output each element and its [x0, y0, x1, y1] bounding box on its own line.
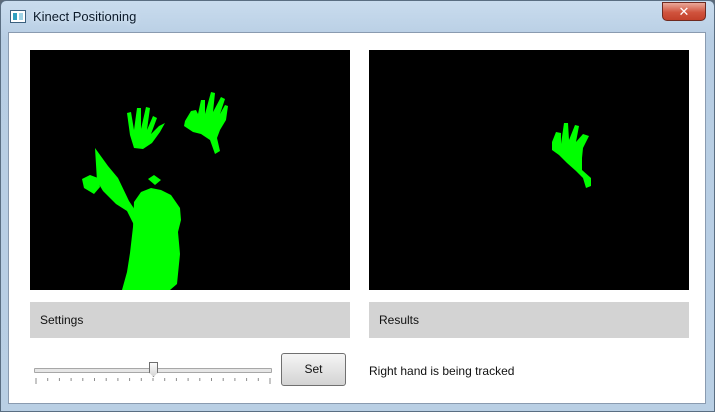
set-button[interactable]: Set — [281, 353, 346, 386]
settings-header: Settings — [30, 302, 350, 338]
results-view — [369, 50, 689, 290]
tracking-status-text: Right hand is being tracked — [369, 364, 515, 378]
slider-thumb[interactable] — [149, 362, 158, 377]
title-bar[interactable]: Kinect Positioning ✕ — [1, 1, 714, 33]
window-title: Kinect Positioning — [33, 9, 137, 24]
tracked-hand-image — [552, 123, 591, 188]
results-header: Results — [369, 302, 689, 338]
positioning-slider[interactable] — [34, 360, 272, 386]
app-icon — [10, 10, 26, 23]
close-button[interactable]: ✕ — [662, 2, 706, 21]
depth-camera-view — [30, 50, 350, 290]
depth-silhouette-image — [82, 92, 228, 290]
slider-ticks — [35, 378, 271, 384]
